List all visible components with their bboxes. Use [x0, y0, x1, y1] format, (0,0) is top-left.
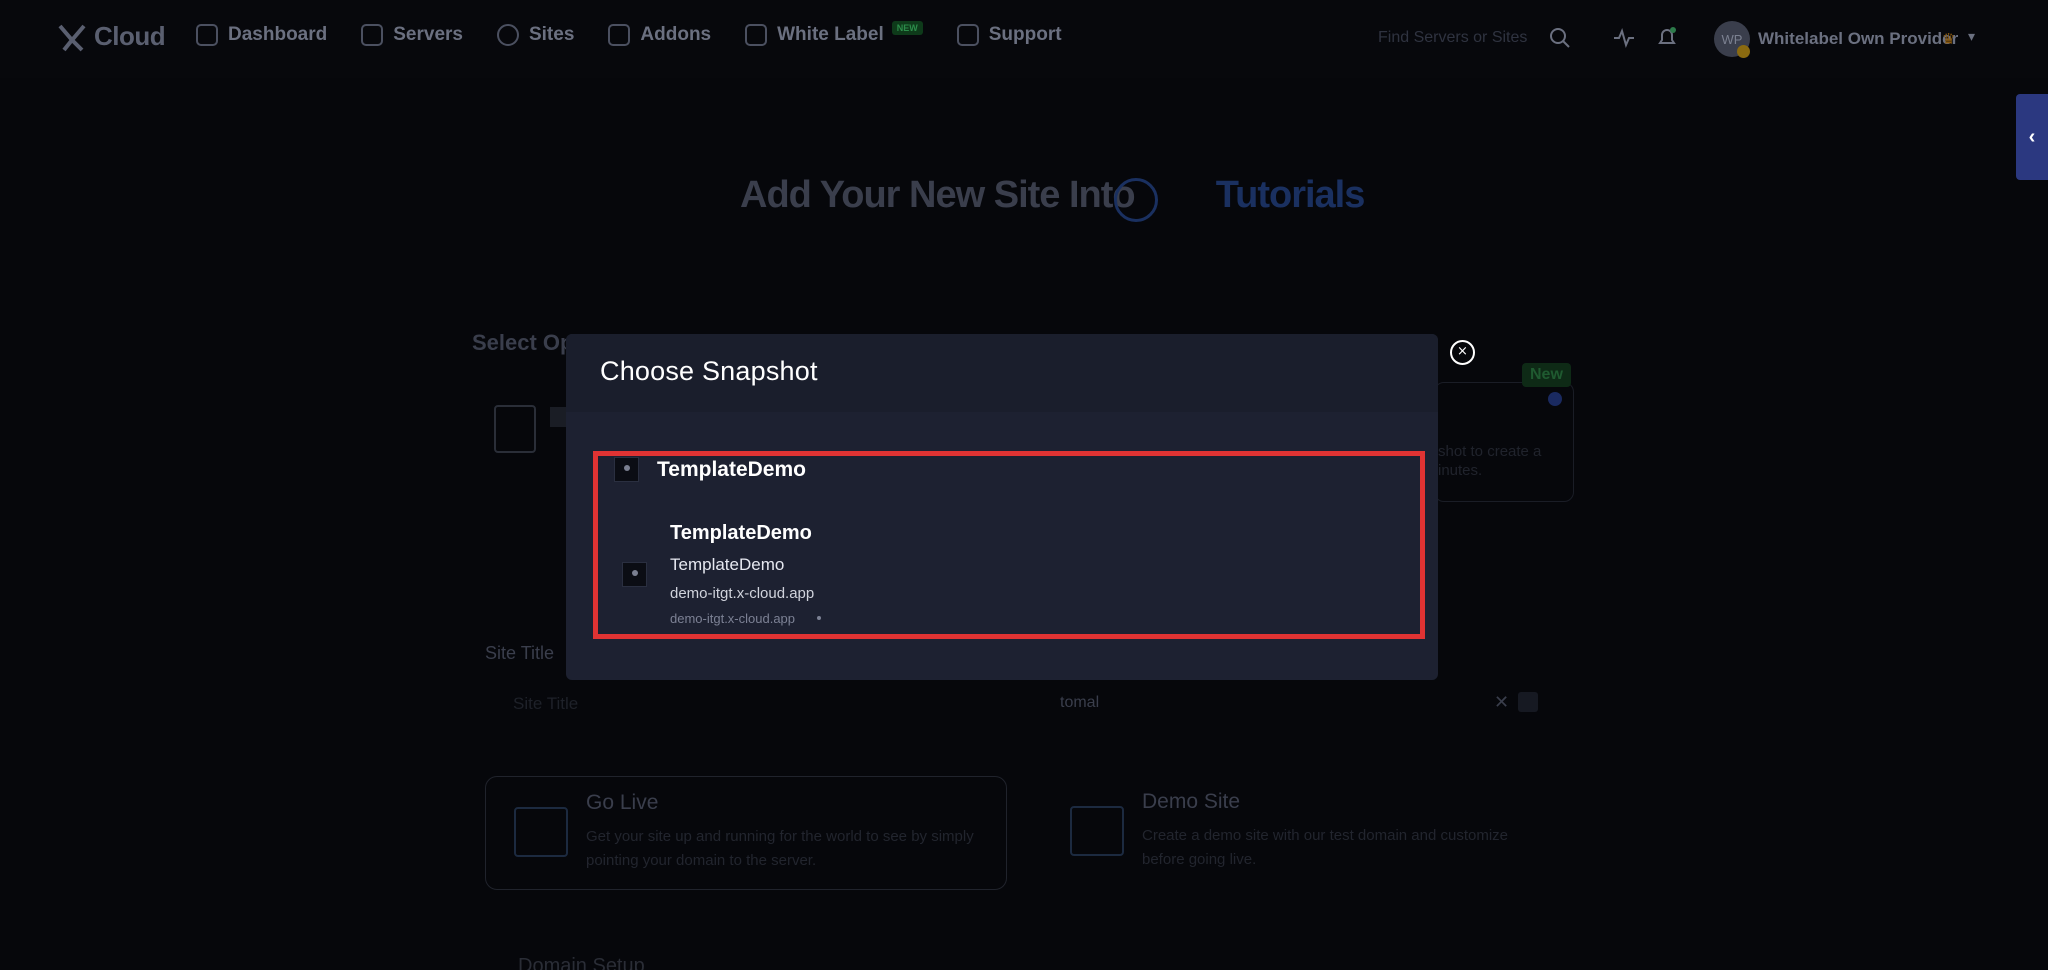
dropdown-icon[interactable]	[1518, 692, 1538, 712]
activity-icon[interactable]	[1612, 26, 1636, 50]
nav-sites-label: Sites	[528, 24, 575, 45]
radio-selected[interactable]	[1548, 392, 1562, 406]
snapshot-domain[interactable]: demo-itgt.x-cloud.app	[670, 585, 814, 602]
modal-title: Choose Snapshot	[600, 356, 818, 386]
site-title-label: Site Title	[485, 643, 555, 663]
main-nav: Dashboard Servers Sites Addons White Lab…	[196, 21, 1062, 46]
modal-header: Choose Snapshot	[566, 334, 1438, 412]
servers-icon	[361, 24, 384, 46]
domain-setup-heading: Domain Setup	[518, 955, 645, 970]
close-icon[interactable]: ×	[1450, 340, 1475, 365]
page-title: Add Your New Site Into Tutorials	[740, 174, 1366, 217]
demo-site-title: Demo Site	[1142, 790, 1241, 813]
nav-servers[interactable]: Servers	[361, 24, 463, 46]
nav-support[interactable]: Support	[956, 24, 1062, 46]
laptop-icon	[1070, 806, 1124, 856]
side-panel-toggle[interactable]: ‹	[2016, 94, 2048, 180]
tag-select[interactable]: tomal ✕	[1042, 680, 1552, 728]
logo-mark-icon	[58, 24, 86, 52]
chevron-left-icon: ‹	[2028, 125, 2036, 148]
snapshot-subtitle[interactable]: TemplateDemo	[670, 555, 784, 575]
dashboard-icon	[196, 24, 218, 46]
logo[interactable]: Cloud	[54, 18, 166, 54]
tag-chip[interactable]: tomal	[1060, 694, 1099, 712]
nav-dashboard[interactable]: Dashboard	[196, 24, 327, 46]
avatar-status-dot	[1737, 45, 1750, 58]
nav-white-label[interactable]: White Label NEW	[745, 21, 923, 46]
snapshot-thumbnail	[622, 562, 647, 587]
snapshot-domain-meta: demo-itgt.x-cloud.app	[670, 611, 796, 626]
go-live-desc: Get your site up and running for the wor…	[586, 828, 974, 869]
top-navbar: Cloud Dashboard Servers Sites Addons Whi…	[0, 0, 2048, 78]
support-icon	[956, 24, 979, 46]
globe-icon	[496, 24, 519, 46]
site-title-input[interactable]: Site Title	[485, 680, 1025, 728]
chevron-down-icon[interactable]: ▾	[1968, 28, 1975, 45]
logo-text: Cloud	[94, 20, 166, 51]
search-icon[interactable]	[1548, 26, 1572, 50]
puzzle-icon	[608, 24, 631, 46]
snapshot-group-thumbnail	[614, 457, 639, 482]
demo-site-card[interactable]: Demo Site Create a demo site with our te…	[1042, 776, 1564, 890]
provider-name[interactable]: Whitelabel Own Provider	[1758, 29, 1958, 49]
option-icon	[494, 405, 536, 453]
go-live-card[interactable]: Go Live Get your site up and running for…	[485, 776, 1007, 890]
nav-support-label: Support	[988, 24, 1062, 45]
nav-servers-label: Servers	[393, 24, 463, 45]
option-desc-right-2: inutes.	[1438, 462, 1483, 479]
meta-dot	[817, 616, 821, 620]
crown-icon: ♛	[1942, 31, 1956, 48]
snapshot-group-label: TemplateDemo	[657, 458, 806, 481]
snapshot-title[interactable]: TemplateDemo	[670, 522, 812, 545]
page-title-accent: Tutorials	[1215, 174, 1366, 216]
demo-site-desc: Create a demo site with our test domain …	[1142, 827, 1509, 868]
option-desc-right-1: shot to create a	[1438, 443, 1542, 460]
select-option-label: Select Op	[472, 330, 574, 355]
nav-addons[interactable]: Addons	[608, 24, 711, 46]
page-title-prefix: Add Your New Site Into	[740, 174, 1136, 216]
cloud-icon	[1114, 178, 1158, 222]
checklist-icon	[514, 807, 568, 857]
new-badge-bg: New	[1522, 363, 1571, 387]
nav-addons-label: Addons	[640, 24, 712, 45]
nav-dashboard-label: Dashboard	[228, 24, 328, 45]
search-input[interactable]: Find Servers or Sites	[1378, 29, 1527, 47]
new-badge: NEW	[891, 21, 923, 35]
nav-sites[interactable]: Sites	[496, 24, 575, 46]
clear-icon[interactable]: ✕	[1494, 692, 1509, 713]
bell-icon[interactable]	[1655, 26, 1679, 50]
go-live-title: Go Live	[586, 791, 659, 814]
nav-white-label-label: White Label	[777, 24, 884, 45]
white-label-icon	[745, 24, 768, 46]
